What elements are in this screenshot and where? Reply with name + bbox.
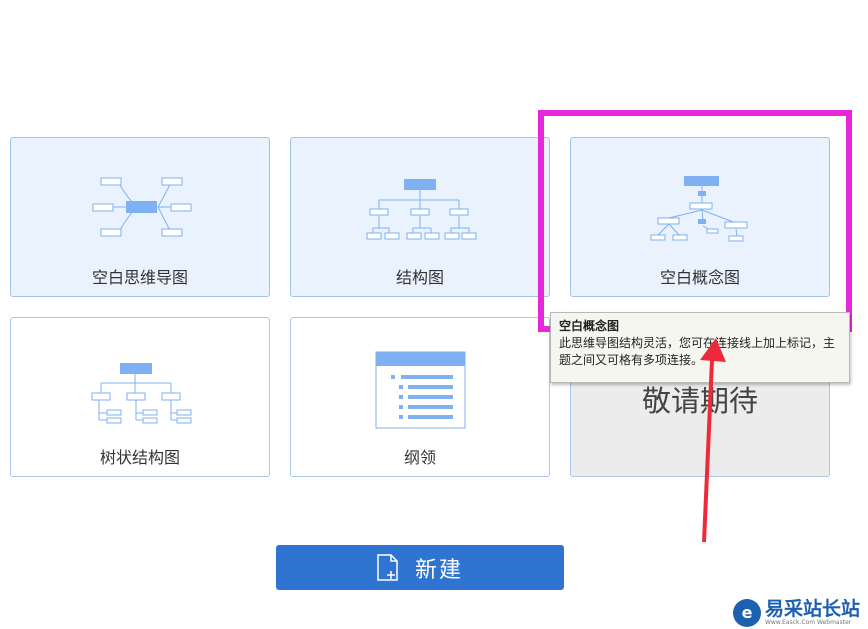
new-button[interactable]: 新建	[276, 545, 564, 590]
new-button-label: 新建	[414, 557, 463, 583]
watermark-subtext: Www.Easck.Com Webmaster	[765, 619, 852, 626]
watermark: e 易采站长站 Www.Easck.Com Webmaster	[733, 596, 860, 629]
watermark-text: 易采站长站	[765, 598, 861, 620]
watermark-logo-icon: e	[733, 598, 761, 627]
annotation-arrow-icon	[700, 338, 726, 543]
new-file-icon	[377, 554, 398, 581]
